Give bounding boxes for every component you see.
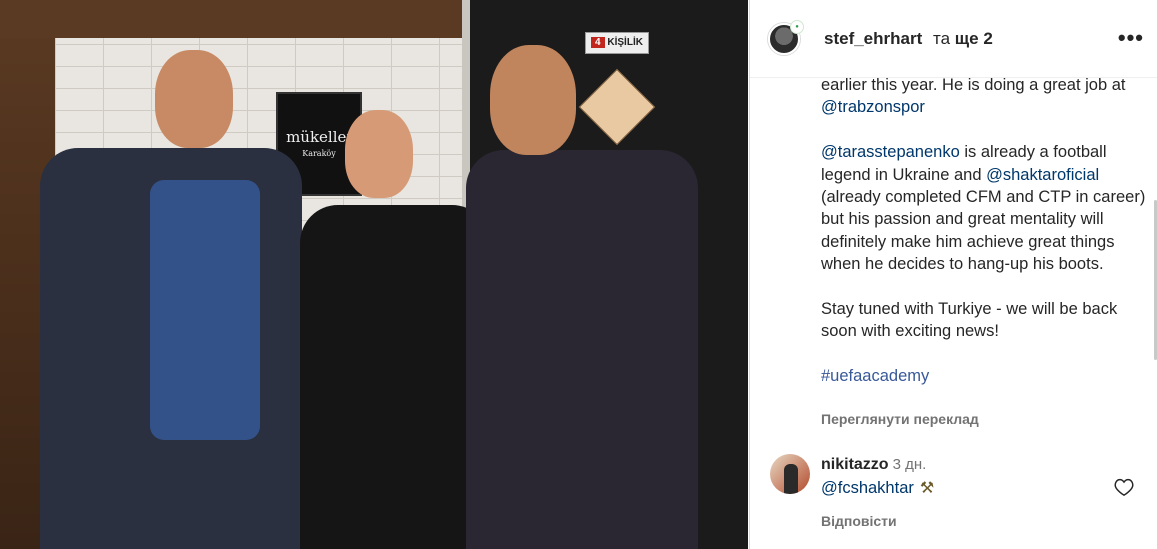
mention-tarasstepanenko[interactable]: @tarasstepanenko bbox=[821, 143, 960, 161]
caption-paragraph-2: @tarasstepanenko is already a football l… bbox=[821, 141, 1151, 275]
person-left-head bbox=[155, 50, 233, 148]
scrollbar[interactable] bbox=[1153, 0, 1157, 549]
door-sign-number: 4 bbox=[591, 37, 605, 48]
person-middle-sweater bbox=[300, 205, 490, 549]
hashtag-uefaacademy[interactable]: #uefaacademy bbox=[821, 367, 929, 385]
hammer-pick-icon: ⚒ bbox=[919, 480, 935, 497]
caption-text-3: Stay tuned with Turkiye - we will be bac… bbox=[821, 300, 1118, 341]
avatar-badge-icon: ● bbox=[790, 19, 804, 34]
mention-trabzonspor[interactable]: @trabzonspor bbox=[821, 98, 925, 116]
mention-fcshakhtar[interactable]: @fcshakhtar bbox=[821, 479, 914, 497]
author-username[interactable]: stef_ehrhart bbox=[824, 29, 922, 48]
see-translation-button[interactable]: Переглянути переклад bbox=[821, 411, 979, 427]
reply-button[interactable]: Відповісти bbox=[821, 513, 897, 529]
sign-text: mükellef bbox=[286, 128, 352, 146]
commenter-username[interactable]: nikitazzo bbox=[821, 456, 889, 473]
comment-header: nikitazzo 3 дн. bbox=[821, 456, 926, 474]
mention-shaktaroficial[interactable]: @shaktaroficial bbox=[986, 166, 1099, 184]
coauthors-link[interactable]: ще 2 bbox=[955, 29, 993, 48]
caption-paragraph-4: #uefaacademy bbox=[821, 365, 1151, 387]
caption-text-1: earlier this year. He is doing a great j… bbox=[821, 76, 1126, 94]
more-horizontal-icon[interactable]: ••• bbox=[1118, 27, 1144, 49]
door-sign-word: KİŞİLİK bbox=[607, 37, 643, 48]
post-caption: earlier this year. He is doing a great j… bbox=[821, 74, 1151, 388]
comment-time[interactable]: 3 дн. bbox=[893, 456, 927, 473]
comment-text: @fcshakhtar ⚒ bbox=[821, 478, 934, 498]
author-avatar[interactable]: ● bbox=[768, 19, 804, 55]
heart-icon[interactable] bbox=[1114, 478, 1134, 502]
author-line: stef_ehrhart та ще 2 bbox=[824, 29, 993, 49]
author-and: та bbox=[933, 28, 951, 48]
person-right-head bbox=[490, 45, 576, 155]
commenter-avatar[interactable] bbox=[770, 454, 810, 494]
ceiling-beam bbox=[0, 0, 470, 38]
person-left-shirt bbox=[150, 180, 260, 440]
post-side-panel: ● stef_ehrhart та ще 2 ••• earlier this … bbox=[749, 0, 1157, 549]
post-header: ● stef_ehrhart та ще 2 ••• bbox=[750, 0, 1157, 78]
heart-outline-icon bbox=[1114, 478, 1134, 497]
person-right-sweater bbox=[466, 150, 698, 549]
person-middle-head bbox=[345, 110, 413, 198]
caption-paragraph-3: Stay tuned with Turkiye - we will be bac… bbox=[821, 298, 1151, 343]
post-photo[interactable]: mükellef Karaköy 4 KİŞİLİK bbox=[0, 0, 748, 549]
door-sign: 4 KİŞİLİK bbox=[585, 32, 649, 54]
caption-text-2b: (already completed CFM and CTP in career… bbox=[821, 188, 1146, 274]
caption-paragraph-1: earlier this year. He is doing a great j… bbox=[821, 74, 1151, 119]
